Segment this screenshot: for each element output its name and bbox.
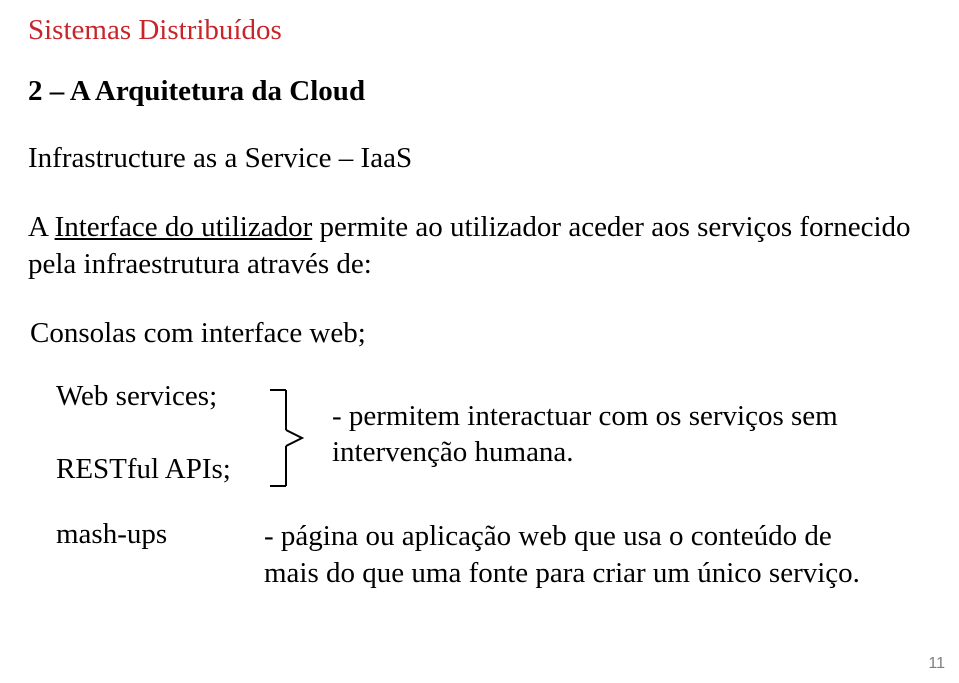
- mash-desc-line1: - página ou aplicação web que usa o cont…: [264, 518, 959, 555]
- brace-description: - permitem interactuar com os serviços s…: [332, 398, 838, 471]
- intro-underlined: Interface do utilizador: [55, 211, 313, 243]
- slide-page: Sistemas Distribuídos 2 – A Arquitetura …: [0, 0, 959, 683]
- section-title: 2 – A Arquitetura da Cloud: [28, 75, 931, 108]
- intro-paragraph: A Interface do utilizador permite ao uti…: [28, 209, 931, 283]
- curly-brace-icon: [264, 384, 314, 492]
- page-number: 11: [928, 655, 945, 673]
- intro-prefix: A: [28, 211, 55, 243]
- bullet-web-services: Web services;: [56, 380, 231, 413]
- brace-left-items: Web services; RESTful APIs;: [56, 380, 231, 526]
- mashups-label: mash-ups: [56, 518, 167, 551]
- bullet-restful-apis: RESTful APIs;: [56, 453, 231, 486]
- brace-desc-line1: - permitem interactuar com os serviços s…: [332, 398, 838, 434]
- mash-desc-line2: mais do que uma fonte para criar um únic…: [264, 555, 959, 592]
- subsection-title: Infrastructure as a Service – IaaS: [28, 142, 931, 175]
- course-header: Sistemas Distribuídos: [28, 14, 931, 47]
- bullet-consolas: Consolas com interface web;: [30, 317, 931, 350]
- brace-desc-line2: intervenção humana.: [332, 434, 838, 470]
- mashups-description: - página ou aplicação web que usa o cont…: [264, 518, 959, 592]
- brace-row: Web services; RESTful APIs; - permitem i…: [28, 380, 931, 500]
